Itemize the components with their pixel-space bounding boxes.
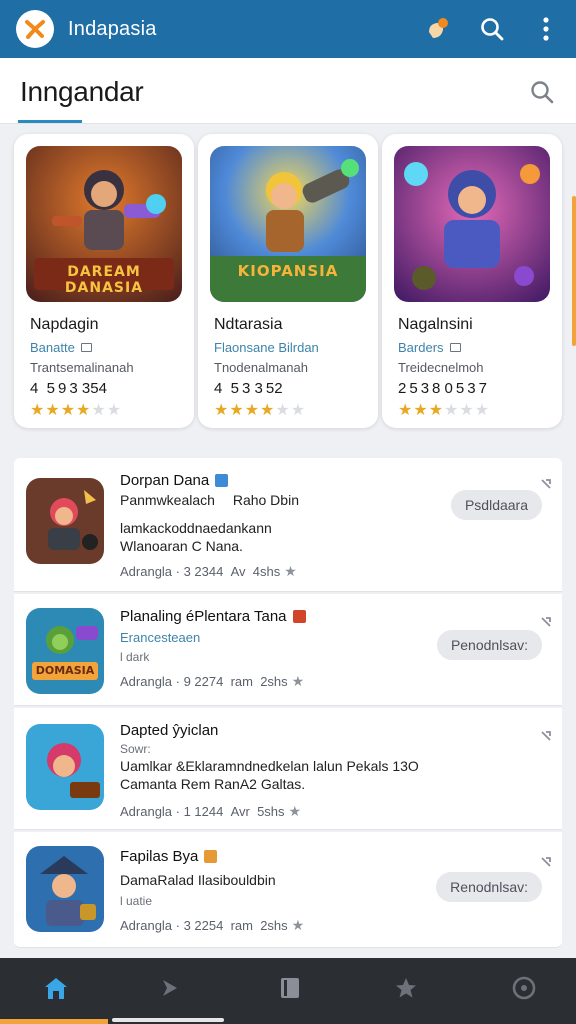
- install-button[interactable]: Renodnlsav:: [436, 872, 542, 902]
- library-icon[interactable]: [270, 970, 310, 1006]
- page-header: Inngandar: [0, 58, 576, 124]
- game-title-text: Planaling éPlentara Tana: [120, 608, 287, 625]
- game-icon: [26, 724, 104, 810]
- game-developer: Treidecnelmoh: [398, 360, 484, 375]
- notification-icon[interactable]: [422, 13, 454, 45]
- download-count: 4 5 9 3 354: [30, 380, 107, 397]
- game-subtitle: l uatie: [120, 894, 153, 908]
- more-vert-icon[interactable]: [530, 13, 562, 45]
- rating-stars: ★★★★★★: [398, 402, 491, 419]
- genre-label: Barders: [398, 340, 444, 355]
- play-icon[interactable]: [150, 970, 190, 1006]
- list-item[interactable]: DOMASIA Planaling éPlentara Tana Erances…: [14, 594, 562, 706]
- install-button[interactable]: Penodnlsav:: [436, 630, 542, 660]
- expand-icon[interactable]: [538, 476, 554, 492]
- game-meta: Adrangla · 1 1244 Avr 5shs ★: [120, 803, 542, 820]
- badge-icon: [292, 610, 306, 623]
- game-meta: Adrangla · 3 2344 Av 4shs ★: [120, 563, 442, 580]
- game-title-text: Fapilas Bya: [120, 848, 199, 865]
- game-genre: Flaonsane Bilrdan: [214, 340, 319, 355]
- bottom-navigation: [0, 958, 576, 1024]
- game-name: Ndtarasia: [214, 316, 283, 333]
- page-title: Inngandar: [20, 76, 144, 107]
- game-genre: Banatte: [30, 340, 92, 355]
- genre-icon: [449, 343, 461, 352]
- active-tab-indicator: [0, 1019, 108, 1024]
- game-icon: [26, 846, 104, 932]
- genre-label: Banatte: [30, 340, 75, 355]
- game-description: Uamlkar &Eklaramndnedkelan lalun Pekals …: [120, 758, 419, 774]
- rating-stars: ★★★★★★: [30, 402, 123, 419]
- download-count: 2 5 3 8 0 5 3 7: [398, 380, 487, 397]
- game-name: Napdagin: [30, 316, 99, 333]
- game-category: Sowr:: [120, 742, 151, 756]
- game-developer: Trantsemalinanah: [30, 360, 134, 375]
- game-icon: DOMASIA: [26, 608, 104, 694]
- featured-card[interactable]: Nagalnsini Barders Treidecnelmoh 2 5 3 8…: [382, 134, 562, 428]
- game-meta: Adrangla · 9 2274 ram 2shs ★: [120, 673, 442, 690]
- scroll-indicator: [572, 196, 576, 346]
- rating-stars: ★★★★★★: [214, 402, 307, 419]
- app-title: Indapasia: [68, 17, 157, 40]
- meta-text: Adrangla · 3 2254 ram 2shs: [120, 918, 288, 933]
- meta-text: Adrangla · 9 2274 ram 2shs: [120, 674, 288, 689]
- game-description: Panmwkealach Raho Dbin: [120, 492, 299, 508]
- list-item[interactable]: Fapilas Bya DamaRalad Ilasibouldbin l ua…: [14, 832, 562, 948]
- game-icon: [26, 478, 104, 564]
- game-title: Dapted ŷyiclan: [120, 722, 542, 739]
- app-bar: Indapasia: [0, 0, 576, 58]
- icon-label: DOMASIA: [35, 664, 95, 677]
- featured-card[interactable]: KIOPANSIA Ndtarasia Flaonsane Bilrdan Tn…: [198, 134, 378, 428]
- timer-icon[interactable]: [504, 970, 544, 1006]
- game-genre: Barders: [398, 340, 461, 355]
- game-title-text: Dapted ŷyiclan: [120, 722, 219, 739]
- list-item[interactable]: Dorpan Dana Panmwkealach Raho Dbin lamka…: [14, 458, 562, 592]
- game-description: DamaRalad Ilasibouldbin: [120, 872, 276, 888]
- game-name: Nagalnsini: [398, 316, 473, 333]
- meta-text: Adrangla · 1 1244 Avr 5shs: [120, 804, 285, 819]
- star-icon: ★: [288, 803, 302, 819]
- gesture-bar: [112, 1018, 224, 1022]
- game-title: Dorpan Dana: [120, 472, 442, 489]
- title-underline: [18, 120, 82, 123]
- star-icon: ★: [291, 673, 305, 689]
- header-search-icon[interactable]: [528, 78, 556, 106]
- artwork-title: KIOPANSIA: [237, 262, 339, 280]
- download-count: 4 5 3 3 52: [214, 380, 283, 397]
- game-title: Fapilas Bya: [120, 848, 442, 865]
- list-item[interactable]: Dapted ŷyiclan Sowr: Uamlkar &Eklaramndn…: [14, 708, 562, 830]
- game-artwork: DAREAM DANASIA: [26, 146, 182, 302]
- game-title: Planaling éPlentara Tana: [120, 608, 442, 625]
- featured-carousel: DAREAM DANASIA Napdagin Banatte Trantsem…: [14, 134, 562, 428]
- artwork-title: DAREAM DANASIA: [64, 264, 144, 296]
- game-artwork: [394, 146, 550, 302]
- game-category: Erancesteaen: [120, 630, 201, 645]
- badge-icon: [215, 474, 229, 487]
- featured-card[interactable]: DAREAM DANASIA Napdagin Banatte Trantsem…: [14, 134, 194, 428]
- expand-icon[interactable]: [538, 728, 554, 744]
- app-logo[interactable]: [16, 10, 54, 48]
- star-icon[interactable]: [386, 970, 426, 1006]
- star-icon: ★: [291, 917, 305, 933]
- genre-label: Flaonsane Bilrdan: [214, 340, 319, 355]
- game-description: Camanta Rem RanA2 Galtas.: [120, 776, 306, 792]
- game-title-text: Dorpan Dana: [120, 472, 210, 489]
- game-subtitle: l dark: [120, 650, 150, 664]
- expand-icon[interactable]: [538, 854, 554, 870]
- genre-icon: [80, 343, 92, 352]
- star-icon: ★: [284, 563, 297, 579]
- badge-icon: [204, 850, 218, 863]
- game-description: lamkackoddnaedankann: [120, 520, 272, 536]
- game-artwork: KIOPANSIA: [210, 146, 366, 302]
- game-meta: Adrangla · 3 2254 ram 2shs ★: [120, 917, 442, 934]
- game-developer: Tnodenalmanah: [214, 360, 308, 375]
- expand-icon[interactable]: [538, 614, 554, 630]
- install-button[interactable]: Psdldaara: [450, 490, 542, 520]
- logo-icon: [25, 20, 45, 39]
- home-icon[interactable]: [36, 970, 76, 1006]
- search-icon[interactable]: [476, 13, 508, 45]
- meta-text: Adrangla · 3 2344 Av 4shs: [120, 564, 281, 579]
- game-description: Wlanoaran C Nana.: [120, 538, 243, 554]
